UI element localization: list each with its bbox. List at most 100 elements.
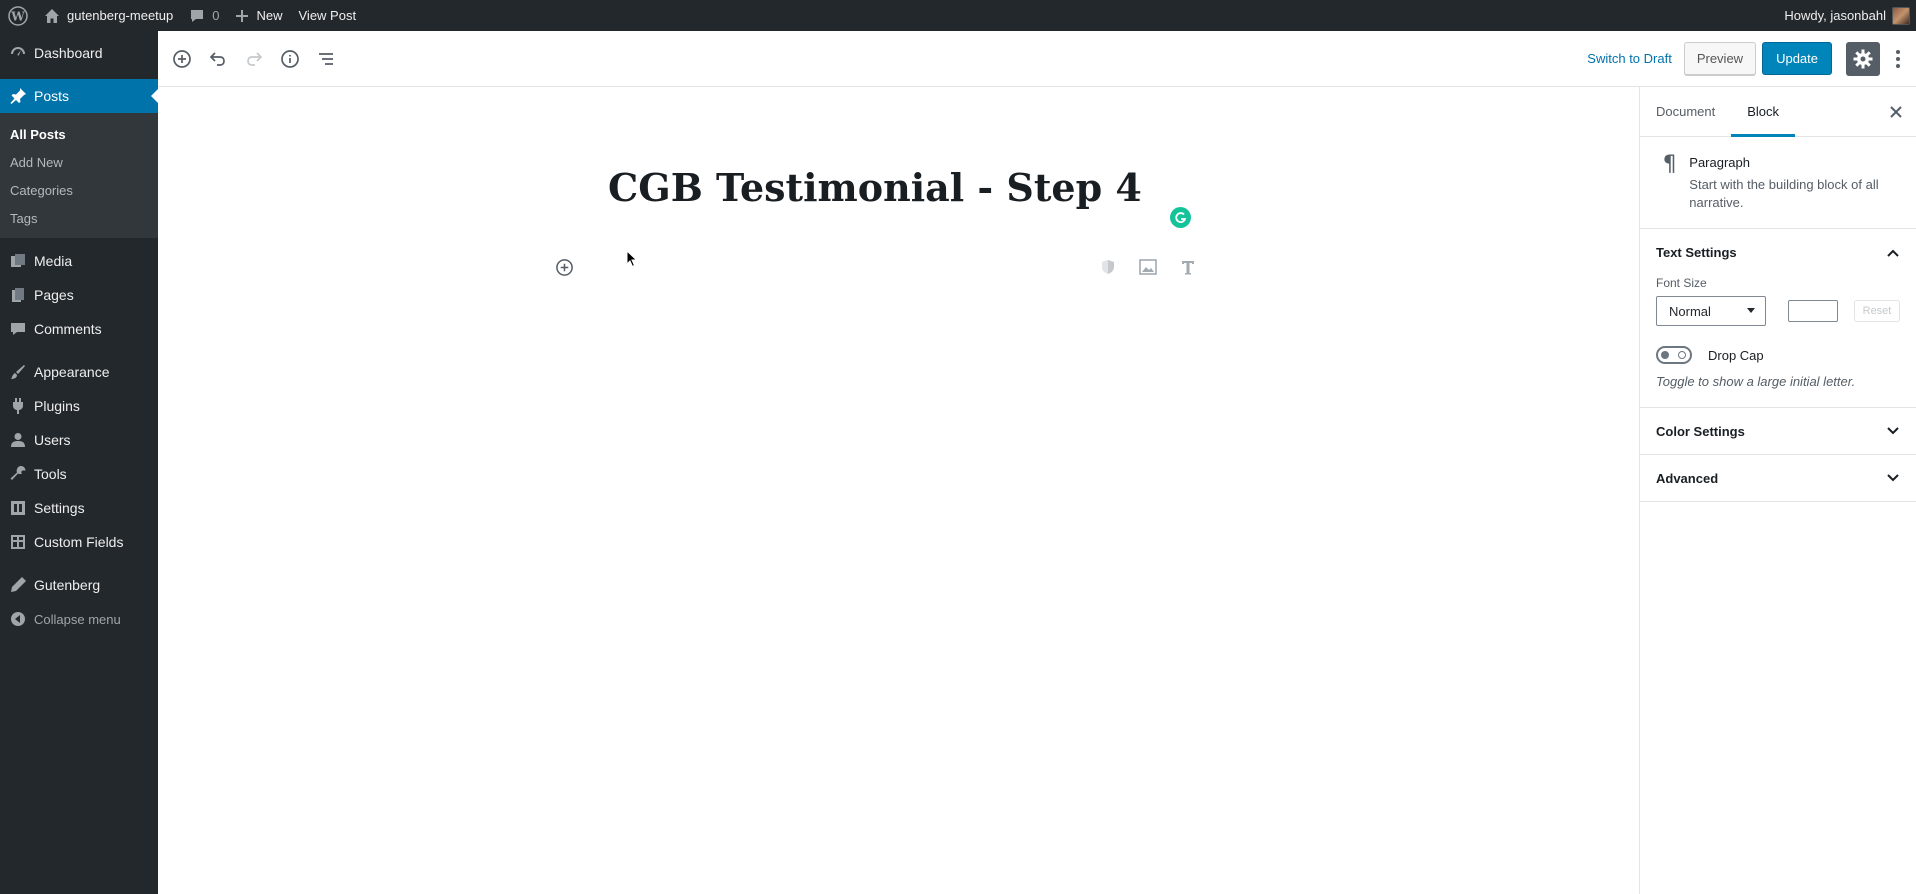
admin-bar: W gutenberg-meetup 0 New View Post Howdy…: [0, 0, 1916, 31]
advanced-title: Advanced: [1656, 470, 1719, 486]
add-block-button[interactable]: [164, 41, 200, 77]
grid-icon: [8, 532, 28, 552]
reset-font-size-button[interactable]: Reset: [1854, 300, 1900, 322]
font-size-select[interactable]: Normal: [1656, 296, 1766, 326]
collapse-arrow-icon: [8, 609, 28, 629]
redo-icon: [247, 51, 263, 66]
howdy-text: Howdy, jasonbahl: [1784, 8, 1886, 23]
new-content-link[interactable]: New: [227, 0, 290, 31]
preview-button[interactable]: Preview: [1683, 42, 1757, 75]
menu-label-users: Users: [34, 432, 71, 448]
menu-label-pages: Pages: [34, 287, 74, 303]
wordpress-logo-icon[interactable]: W: [0, 0, 36, 31]
svg-text:W: W: [10, 9, 25, 23]
editor-header: Switch to Draft Preview Update: [158, 31, 1916, 87]
custom-font-size-input[interactable]: [1788, 300, 1838, 322]
image-block-icon[interactable]: [1128, 255, 1168, 279]
menu-item-pages[interactable]: Pages: [0, 278, 158, 312]
settings-sidebar: Document Block ¶ Paragraph Start with th…: [1639, 87, 1916, 894]
menu-label-dashboard: Dashboard: [34, 45, 103, 61]
menu-label-custom-fields: Custom Fields: [34, 534, 124, 550]
submenu-add-new[interactable]: Add New: [0, 148, 158, 176]
close-sidebar-button[interactable]: [1886, 102, 1906, 122]
update-button[interactable]: Update: [1762, 42, 1832, 75]
post-title[interactable]: CGB Testimonial - Step 4: [608, 165, 1142, 210]
settings-icon: [8, 498, 28, 518]
comments-icon: [8, 319, 28, 339]
menu-item-gutenberg[interactable]: Gutenberg: [0, 568, 158, 602]
drop-cap-toggle[interactable]: [1656, 346, 1692, 364]
text-settings-toggle[interactable]: Text Settings: [1640, 229, 1916, 276]
comments-count: 0: [212, 8, 220, 23]
comment-icon: [191, 9, 204, 22]
user-icon: [8, 430, 28, 450]
view-post-link[interactable]: View Post: [291, 0, 365, 31]
chevron-down-icon: [1887, 474, 1899, 482]
block-name: Paragraph: [1689, 155, 1750, 170]
menu-item-users[interactable]: Users: [0, 423, 158, 457]
admin-menu: Dashboard Posts All Posts Add New Catego…: [0, 31, 158, 894]
advanced-toggle[interactable]: Advanced: [1640, 455, 1916, 502]
block-navigation-button[interactable]: [308, 41, 344, 77]
menu-label-collapse: Collapse menu: [34, 611, 121, 627]
close-icon: [1890, 106, 1902, 118]
caret-down-icon: [1747, 308, 1755, 313]
menu-item-posts[interactable]: Posts: [0, 79, 158, 113]
menu-item-plugins[interactable]: Plugins: [0, 389, 158, 423]
menu-label-media: Media: [34, 253, 73, 269]
mouse-cursor-icon: [626, 249, 638, 273]
site-name: gutenberg-meetup: [67, 8, 174, 23]
testimonial-block-icon[interactable]: [1088, 255, 1128, 279]
submenu-categories[interactable]: Categories: [0, 176, 158, 204]
more-vertical-icon: [1896, 49, 1900, 68]
view-post-label: View Post: [298, 8, 357, 23]
menu-label-plugins: Plugins: [34, 398, 80, 414]
menu-label-comments: Comments: [34, 321, 102, 337]
menu-item-settings[interactable]: Settings: [0, 491, 158, 525]
color-settings-toggle[interactable]: Color Settings: [1640, 408, 1916, 455]
block-inserter-button[interactable]: [552, 255, 576, 279]
comments-link[interactable]: 0: [181, 0, 227, 31]
menu-item-tools[interactable]: Tools: [0, 457, 158, 491]
dashboard-icon: [8, 43, 28, 63]
media-icon: [8, 251, 28, 271]
redo-button[interactable]: [236, 41, 272, 77]
menu-item-custom-fields[interactable]: Custom Fields: [0, 525, 158, 559]
menu-item-comments[interactable]: Comments: [0, 312, 158, 346]
collapse-menu-button[interactable]: Collapse menu: [0, 602, 158, 636]
menu-label-appearance: Appearance: [34, 364, 110, 380]
grammarly-icon[interactable]: [1170, 207, 1191, 228]
submenu-all-posts[interactable]: All Posts: [0, 120, 158, 148]
settings-toggle-button[interactable]: [1846, 41, 1880, 76]
gear-icon: [1853, 49, 1873, 68]
plus-circle-icon: [555, 258, 573, 276]
menu-item-media[interactable]: Media: [0, 244, 158, 278]
content-info-button[interactable]: [272, 41, 308, 77]
pages-icon: [8, 285, 28, 305]
chevron-down-icon: [1887, 427, 1899, 435]
menu-item-appearance[interactable]: Appearance: [0, 355, 158, 389]
paintbrush-icon: [8, 362, 28, 382]
plus-icon: [236, 9, 249, 22]
menu-item-dashboard[interactable]: Dashboard: [0, 36, 158, 70]
list-icon: [319, 52, 333, 65]
menu-label-settings: Settings: [34, 500, 85, 516]
submenu-tags[interactable]: Tags: [0, 204, 158, 232]
tab-block[interactable]: Block: [1731, 87, 1796, 137]
editor-canvas: CGB Testimonial - Step 4: [158, 87, 1639, 894]
font-size-label: Font Size: [1656, 276, 1707, 290]
site-name-link[interactable]: gutenberg-meetup: [36, 0, 181, 31]
undo-button[interactable]: [200, 41, 236, 77]
color-settings-title: Color Settings: [1656, 423, 1745, 439]
paragraph-icon: ¶: [1662, 152, 1677, 177]
block-card: ¶ Paragraph Start with the building bloc…: [1640, 137, 1916, 229]
new-label: New: [256, 8, 283, 23]
more-menu-button[interactable]: [1886, 42, 1910, 76]
heading-block-icon[interactable]: [1168, 255, 1208, 279]
switch-to-draft-button[interactable]: Switch to Draft: [1575, 51, 1684, 66]
plugin-icon: [8, 396, 28, 416]
tab-document[interactable]: Document: [1640, 87, 1731, 137]
undo-icon: [209, 51, 225, 66]
info-icon: [281, 49, 299, 68]
my-account-link[interactable]: Howdy, jasonbahl: [1776, 0, 1916, 31]
